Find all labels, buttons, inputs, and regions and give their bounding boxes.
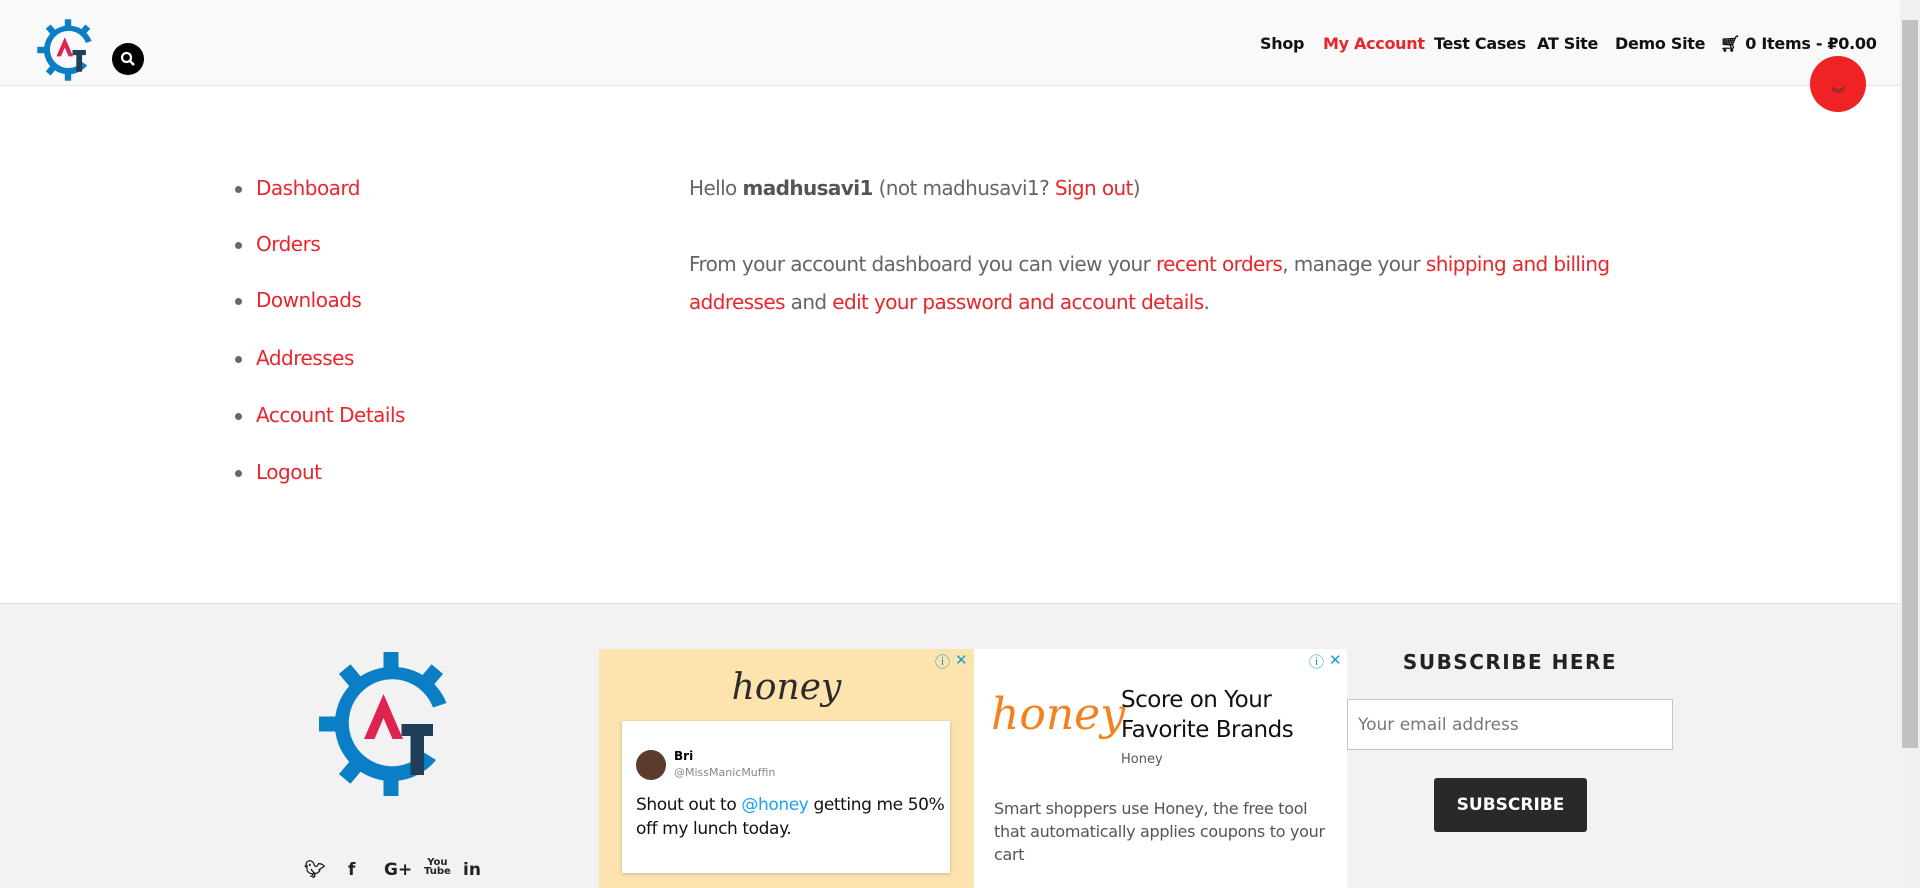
bullet bbox=[235, 186, 242, 193]
nav-cart[interactable]: 🛒︎ 0 Items - ₽0.00 bbox=[1720, 34, 1877, 53]
dashboard-intro-line2: addresses and edit your password and acc… bbox=[689, 290, 1210, 314]
bullet bbox=[235, 413, 242, 420]
subscribe-button[interactable]: SUBSCRIBE bbox=[1434, 778, 1587, 832]
linkedin-icon[interactable]: in bbox=[463, 860, 481, 880]
ad-close-icon[interactable]: ✕ bbox=[955, 651, 968, 669]
advertisement-honey[interactable]: ⓘ ✕ honey Score on Your Favorite Brands … bbox=[974, 649, 1347, 888]
advertisement-honey-tweet[interactable]: honey ⓘ ✕ Bri @MissManicMuffin Shout out… bbox=[599, 649, 974, 888]
twitter-icon[interactable]: 🐦︎ bbox=[304, 860, 326, 880]
nav-demo-site[interactable]: Demo Site bbox=[1615, 34, 1705, 53]
sidebar-item-dashboard[interactable]: Dashboard bbox=[256, 176, 361, 200]
google-plus-icon[interactable]: G+ bbox=[384, 860, 412, 880]
avatar bbox=[636, 750, 666, 780]
bullet bbox=[235, 242, 242, 249]
cart-icon: 🛒︎ bbox=[1720, 34, 1741, 53]
username: madhusavi1 bbox=[742, 176, 873, 200]
tweet-card: Bri @MissManicMuffin Shout out to @honey… bbox=[622, 721, 950, 873]
sidebar-item-addresses[interactable]: Addresses bbox=[256, 346, 354, 370]
scroll-down-button[interactable]: ︾ bbox=[1810, 56, 1866, 112]
site-header: Shop My Account Test Cases AT Site Demo … bbox=[0, 0, 1900, 86]
subscribe-heading: SUBSCRIBE HERE bbox=[1402, 650, 1618, 674]
search-button[interactable] bbox=[112, 43, 144, 75]
bullet bbox=[235, 470, 242, 477]
email-input[interactable] bbox=[1347, 699, 1673, 750]
greeting: Hello madhusavi1 (not madhusavi1? Sign o… bbox=[689, 176, 1141, 200]
facebook-icon[interactable]: f bbox=[348, 860, 355, 880]
ad-headline: Score on Your Favorite Brands bbox=[1121, 687, 1294, 743]
scrollbar-thumb[interactable] bbox=[1902, 20, 1918, 748]
addresses-link[interactable]: addresses bbox=[689, 290, 786, 314]
bullet bbox=[235, 298, 242, 305]
ad-body: Smart shoppers use Honey, the free tool … bbox=[994, 799, 1325, 864]
nav-shop[interactable]: Shop bbox=[1260, 34, 1304, 53]
site-logo[interactable] bbox=[36, 18, 100, 82]
sidebar-item-orders[interactable]: Orders bbox=[256, 232, 321, 256]
sidebar-item-logout[interactable]: Logout bbox=[256, 460, 322, 484]
sidebar-item-account-details[interactable]: Account Details bbox=[256, 403, 405, 427]
honey-logo: honey bbox=[991, 689, 1126, 740]
dashboard-intro-line1: From your account dashboard you can view… bbox=[689, 252, 1610, 276]
ad-close-icon[interactable]: ✕ bbox=[1329, 651, 1342, 669]
nav-my-account[interactable]: My Account bbox=[1323, 34, 1425, 53]
edit-account-link[interactable]: edit your password and account details bbox=[832, 290, 1204, 314]
double-chevron-down-icon: ︾ bbox=[1831, 87, 1845, 103]
sign-out-link[interactable]: Sign out bbox=[1055, 176, 1134, 200]
ad-info-icon[interactable]: ⓘ bbox=[1309, 651, 1324, 672]
search-icon bbox=[120, 51, 135, 66]
ad-info-icon[interactable]: ⓘ bbox=[935, 651, 950, 672]
sidebar-item-downloads[interactable]: Downloads bbox=[256, 288, 362, 312]
footer-logo bbox=[319, 652, 447, 796]
shipping-billing-link[interactable]: shipping and billing bbox=[1426, 252, 1610, 276]
ad-advertiser: Honey bbox=[1121, 752, 1163, 767]
nav-test-cases[interactable]: Test Cases bbox=[1434, 34, 1526, 53]
bullet bbox=[235, 356, 242, 363]
youtube-icon[interactable]: You Tube bbox=[424, 858, 451, 877]
nav-at-site[interactable]: AT Site bbox=[1537, 34, 1598, 53]
recent-orders-link[interactable]: recent orders bbox=[1156, 252, 1283, 276]
honey-logo: honey bbox=[731, 667, 842, 708]
